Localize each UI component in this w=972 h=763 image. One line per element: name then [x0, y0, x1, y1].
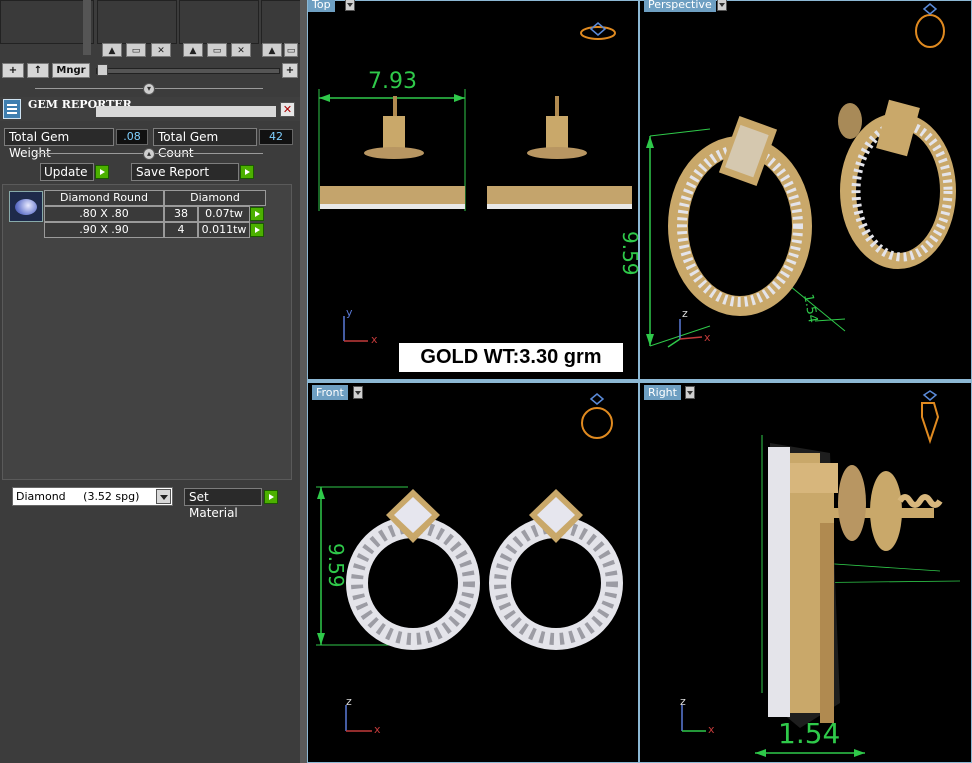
- viewport-top[interactable]: Top 7.93 y x GOLD WT:3.30 grm: [307, 0, 639, 380]
- slot-up-button-2[interactable]: ▲: [183, 43, 203, 57]
- axis-z-label: z: [682, 307, 688, 320]
- axis-y-label: y: [346, 306, 353, 319]
- axis-x-label: x: [704, 331, 711, 344]
- material-select[interactable]: Diamond (3.52 spg): [12, 487, 173, 506]
- update-button[interactable]: Update: [40, 163, 94, 181]
- table-cell-size: .90 X .90: [44, 222, 164, 238]
- library-scrollbar[interactable]: [83, 0, 91, 55]
- viewport-front-dropdown-icon[interactable]: [353, 386, 363, 399]
- viewport-perspective[interactable]: Perspective 9.59 1.54 z x: [618, 0, 972, 380]
- axis-x-label: x: [708, 723, 715, 736]
- library-slot-1[interactable]: [0, 0, 94, 44]
- viewport-right-dropdown-icon[interactable]: [685, 386, 695, 399]
- viewport-perspective-dropdown-icon[interactable]: [717, 0, 727, 11]
- slot-save-icon-3[interactable]: ▭: [284, 43, 298, 57]
- row-select-icon[interactable]: [250, 223, 264, 237]
- collapse-toggle-icon-2[interactable]: ▴: [143, 148, 155, 160]
- zoom-slider[interactable]: [96, 68, 280, 74]
- panel-splitter[interactable]: [300, 0, 307, 763]
- row-select-icon[interactable]: [250, 207, 264, 221]
- library-slot-4[interactable]: [261, 0, 302, 44]
- axis-z-label: z: [346, 695, 352, 708]
- perspective-height-dimension: 9.59: [618, 231, 642, 276]
- right-dimension-label: 1.54: [778, 717, 841, 750]
- gem-reporter-icon: [3, 99, 21, 119]
- axis-z-label: z: [680, 695, 686, 708]
- slot-up-button[interactable]: ▲: [102, 43, 122, 57]
- diamond-thumbnail: [9, 191, 43, 222]
- save-report-go-icon[interactable]: [240, 165, 254, 179]
- viewport-top-dropdown-icon[interactable]: [345, 0, 355, 11]
- front-dimension-label: 9.59: [324, 543, 348, 588]
- viewport-right[interactable]: Right 1.54 z x: [639, 382, 972, 763]
- table-cell-weight: 0.011tw: [198, 222, 250, 238]
- library-slot-2[interactable]: [97, 0, 177, 44]
- table-cell-weight: 0.07tw: [198, 206, 250, 222]
- table-cell-count: 38: [164, 206, 198, 222]
- left-panel: ▲ ▭ ✕ ▲ ▭ ✕ ▲ ▭ + ↑ Mngr + ▾ GEM REPORTE…: [0, 0, 302, 763]
- gem-reporter-title-bar: [96, 106, 276, 117]
- chevron-down-icon[interactable]: [156, 489, 171, 504]
- slot-save-icon[interactable]: ▭: [126, 43, 146, 57]
- gold-weight-label: GOLD WT:3.30 grm: [399, 343, 623, 372]
- table-header-stone: Diamond: [164, 190, 266, 206]
- library-slot-3[interactable]: [179, 0, 259, 44]
- set-material-button[interactable]: Set Material: [184, 488, 262, 520]
- viewport-front-tab[interactable]: Front: [312, 385, 348, 400]
- total-gem-weight-label: Total Gem Weight: [4, 128, 114, 160]
- add-button[interactable]: +: [2, 63, 24, 78]
- collapse-toggle-icon[interactable]: ▾: [143, 83, 155, 95]
- total-gem-count-label: Total Gem Count: [153, 128, 257, 160]
- up-arrow-button[interactable]: ↑: [27, 63, 49, 78]
- total-gem-count-value: 42: [259, 129, 293, 145]
- zoom-slider-thumb[interactable]: [97, 64, 108, 76]
- save-report-button[interactable]: Save Report: [131, 163, 239, 181]
- zoom-plus-button[interactable]: +: [282, 63, 298, 78]
- slot-save-icon-2[interactable]: ▭: [207, 43, 227, 57]
- slot-up-button-3[interactable]: ▲: [262, 43, 282, 57]
- axis-x-label: x: [374, 723, 381, 736]
- top-dimension-label: 7.93: [368, 69, 417, 94]
- table-cell-size: .80 X .80: [44, 206, 164, 222]
- update-go-icon[interactable]: [95, 165, 109, 179]
- manager-button[interactable]: Mngr: [52, 63, 90, 78]
- total-gem-weight-value: .08: [116, 129, 148, 145]
- table-header-shape: Diamond Round: [44, 190, 164, 206]
- slot-close-icon-2[interactable]: ✕: [231, 43, 251, 57]
- table-cell-count: 4: [164, 222, 198, 238]
- viewport-perspective-tab[interactable]: Perspective: [644, 0, 716, 12]
- viewport-top-tab[interactable]: Top: [308, 0, 335, 12]
- close-icon[interactable]: ✕: [280, 102, 295, 117]
- viewport-front[interactable]: Front 9.59 z x: [307, 382, 639, 763]
- viewport-right-tab[interactable]: Right: [644, 385, 681, 400]
- slot-close-icon[interactable]: ✕: [151, 43, 171, 57]
- set-material-go-icon[interactable]: [264, 490, 278, 504]
- axis-x-label: x: [371, 333, 378, 346]
